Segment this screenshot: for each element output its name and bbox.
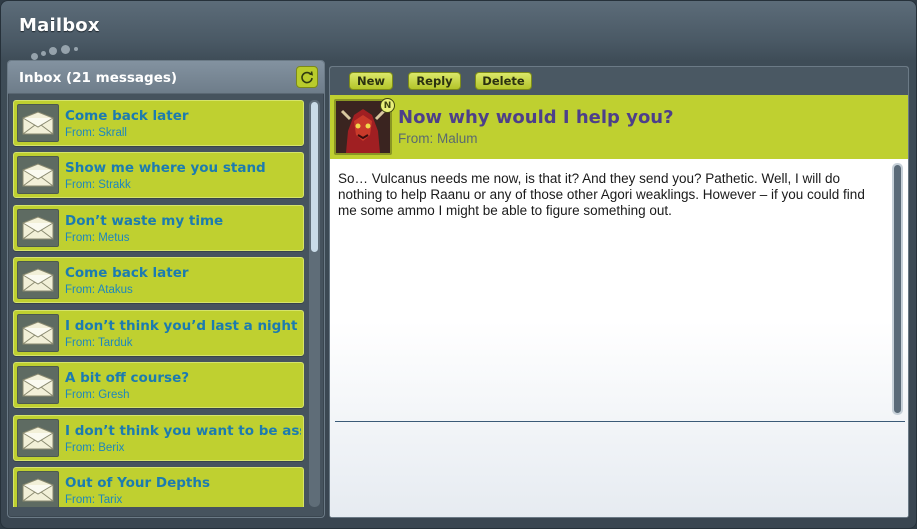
envelope-icon (17, 261, 59, 299)
window-title: Mailbox (19, 15, 100, 36)
envelope-icon (17, 156, 59, 194)
envelope-icon (17, 419, 59, 457)
envelope-icon (17, 104, 59, 142)
reader-sender: From: Malum (398, 131, 478, 146)
refresh-button[interactable] (296, 66, 318, 88)
message-sender: From: Tarix (65, 494, 123, 506)
inbox-header: Inbox (21 messages) (8, 61, 324, 94)
refresh-icon (301, 71, 314, 84)
inbox-title: Inbox (21 messages) (19, 70, 178, 86)
message-sender: From: Skrall (65, 127, 127, 139)
reader-subject: Now why would I help you? (398, 107, 674, 128)
message-subject: Show me where you stand (65, 160, 266, 176)
message-sender: From: Berix (65, 442, 125, 454)
envelope-icon (17, 314, 59, 352)
message-body-text: So… Vulcanus needs me now, is that it? A… (338, 171, 865, 218)
notification-badge: N (380, 98, 395, 113)
message-sender: From: Atakus (65, 284, 133, 296)
message-subject: Out of Your Depths (65, 475, 210, 491)
message-subject: Come back later (65, 265, 189, 281)
message-item[interactable]: Don’t waste my time From: Metus (13, 205, 304, 251)
message-item[interactable]: Out of Your Depths From: Tarix (13, 467, 304, 507)
message-header: N Now why would I help you? From: Malum (330, 95, 908, 159)
message-sender: From: Gresh (65, 389, 130, 401)
message-body: So… Vulcanus needs me now, is that it? A… (330, 159, 908, 517)
message-item[interactable]: A bit off course? From: Gresh (13, 362, 304, 408)
message-subject: Don’t waste my time (65, 213, 224, 229)
inbox-panel: Inbox (21 messages) Come back later From… (7, 60, 325, 518)
body-scrollbar-thumb[interactable] (894, 165, 901, 413)
message-list: Come back later From: Skrall Show me whe… (13, 100, 305, 507)
delete-button[interactable]: Delete (475, 72, 532, 90)
message-item[interactable]: Come back later From: Skrall (13, 100, 304, 146)
message-subject: A bit off course? (65, 370, 190, 386)
inbox-scrollbar-thumb[interactable] (311, 102, 318, 252)
message-subject: Come back later (65, 108, 189, 124)
message-subject: I don’t think you’d last a night in th (65, 318, 301, 334)
reply-button[interactable]: Reply (408, 72, 461, 90)
message-subject: I don’t think you want to be associ (65, 423, 301, 439)
message-item[interactable]: I don’t think you’d last a night in th F… (13, 310, 304, 356)
message-sender: From: Tarduk (65, 337, 133, 349)
envelope-icon (17, 209, 59, 247)
divider (335, 421, 905, 422)
message-sender: From: Metus (65, 232, 130, 244)
mailbox-window: Mailbox Inbox (21 messages) Come back la… (0, 0, 917, 529)
message-sender: From: Strakk (65, 179, 131, 191)
message-item[interactable]: Show me where you stand From: Strakk (13, 152, 304, 198)
message-item[interactable]: Come back later From: Atakus (13, 257, 304, 303)
new-button[interactable]: New (349, 72, 393, 90)
envelope-icon (17, 471, 59, 507)
message-item[interactable]: I don’t think you want to be associ From… (13, 415, 304, 461)
envelope-icon (17, 366, 59, 404)
toolbar: New Reply Delete (330, 67, 908, 95)
reading-pane: New Reply Delete N Now why would I help … (329, 66, 909, 518)
